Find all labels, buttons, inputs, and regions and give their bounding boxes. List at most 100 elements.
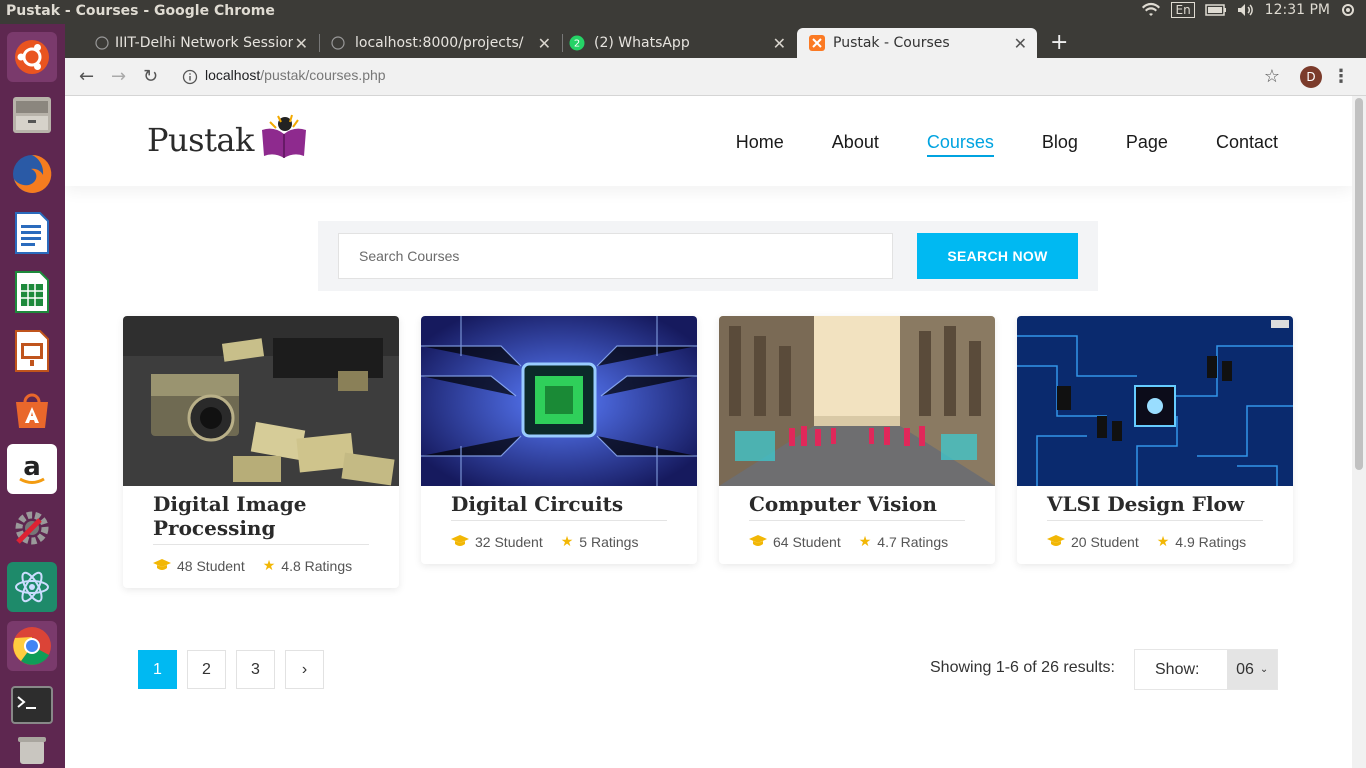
globe-icon bbox=[331, 36, 345, 50]
scrollbar-thumb[interactable] bbox=[1355, 98, 1363, 470]
menu-kebab-icon[interactable]: ⋮ bbox=[1332, 66, 1350, 87]
tab-iiitd-network[interactable]: IIIT-Delhi Network Session ✕ bbox=[75, 28, 318, 58]
back-arrow-icon[interactable]: ← bbox=[79, 66, 94, 87]
students-count: 32 Student bbox=[451, 533, 543, 550]
course-card-vlsi-design-flow[interactable]: VLSI Design Flow 20 Student ★ 4.9 Ratings bbox=[1017, 316, 1293, 564]
course-image-city-street bbox=[719, 316, 995, 486]
atom-editor-icon[interactable] bbox=[7, 562, 57, 612]
system-tray: En 12:31 PM bbox=[1141, 2, 1356, 18]
page-scrollbar[interactable] bbox=[1352, 96, 1366, 768]
close-icon[interactable]: ✕ bbox=[538, 34, 551, 53]
results-count-text: Showing 1-6 of 26 results: bbox=[930, 659, 1115, 676]
nav-courses[interactable]: Courses bbox=[926, 132, 994, 157]
system-top-panel: Pustak - Courses - Google Chrome En 12:3… bbox=[0, 0, 1366, 24]
profile-avatar[interactable]: D bbox=[1300, 66, 1322, 88]
pagination: 1 2 3 › bbox=[138, 650, 324, 689]
xampp-favicon-icon bbox=[809, 35, 825, 51]
graduation-cap-icon bbox=[153, 558, 171, 574]
course-title[interactable]: VLSI Design Flow bbox=[1047, 492, 1263, 521]
course-image-chip bbox=[421, 316, 697, 486]
graduation-cap-icon bbox=[451, 534, 469, 550]
browser-toolbar: ← → ↻ localhost/pustak/courses.php ☆ D ⋮ bbox=[65, 58, 1366, 96]
main-nav: Home About Courses Blog Page Contact bbox=[736, 132, 1278, 157]
reload-icon[interactable]: ↻ bbox=[143, 66, 158, 87]
course-title[interactable]: Digital Image Processing bbox=[153, 492, 369, 545]
course-title[interactable]: Computer Vision bbox=[749, 492, 965, 521]
star-icon: ★ bbox=[560, 533, 574, 549]
power-gear-icon[interactable] bbox=[1340, 2, 1356, 18]
nav-blog[interactable]: Blog bbox=[1042, 132, 1078, 157]
info-icon[interactable] bbox=[182, 69, 198, 85]
course-search-box: SEARCH NOW bbox=[318, 221, 1098, 291]
course-image-circuit-board bbox=[1017, 316, 1293, 486]
ubuntu-software-icon[interactable] bbox=[7, 385, 57, 435]
page-1-button[interactable]: 1 bbox=[138, 650, 177, 689]
globe-icon bbox=[95, 36, 109, 50]
show-value[interactable]: 06 ⌄ bbox=[1227, 650, 1277, 689]
window-title: Pustak - Courses - Google Chrome bbox=[6, 3, 275, 19]
url-host: localhost bbox=[205, 67, 261, 83]
course-meta: 20 Student ★ 4.9 Ratings bbox=[1047, 533, 1263, 550]
nav-about[interactable]: About bbox=[832, 132, 879, 157]
language-indicator[interactable]: En bbox=[1171, 2, 1195, 18]
students-count: 64 Student bbox=[749, 533, 841, 550]
course-card-digital-circuits[interactable]: Digital Circuits 32 Student ★ 5 Ratings bbox=[421, 316, 697, 564]
tab-whatsapp[interactable]: 2 (2) WhatsApp ✕ bbox=[564, 28, 796, 58]
star-icon: ★ bbox=[1156, 533, 1170, 549]
nav-contact[interactable]: Contact bbox=[1216, 132, 1278, 157]
battery-icon[interactable] bbox=[1204, 4, 1227, 16]
graduation-cap-icon bbox=[749, 534, 767, 550]
graduation-cap-icon bbox=[1047, 534, 1065, 550]
search-now-button[interactable]: SEARCH NOW bbox=[917, 233, 1078, 279]
star-icon: ★ bbox=[262, 557, 276, 573]
nav-page[interactable]: Page bbox=[1126, 132, 1168, 157]
star-icon: ★ bbox=[858, 533, 872, 549]
files-icon[interactable] bbox=[7, 90, 57, 140]
next-page-button[interactable]: › bbox=[285, 650, 324, 689]
course-image-camera bbox=[123, 316, 399, 486]
forward-arrow-icon[interactable]: → bbox=[111, 66, 126, 87]
ubuntu-launcher: a bbox=[0, 24, 65, 768]
whatsapp-icon: 2 bbox=[569, 35, 585, 51]
svg-text:2: 2 bbox=[574, 39, 580, 50]
tab-separator bbox=[319, 34, 320, 52]
libreoffice-writer-icon[interactable] bbox=[7, 208, 57, 258]
close-icon[interactable]: ✕ bbox=[773, 34, 786, 53]
libreoffice-impress-icon[interactable] bbox=[7, 326, 57, 376]
ubuntu-dash-icon[interactable] bbox=[7, 32, 57, 82]
course-title[interactable]: Digital Circuits bbox=[451, 492, 667, 521]
firefox-icon[interactable] bbox=[7, 149, 57, 199]
libreoffice-calc-icon[interactable] bbox=[7, 267, 57, 317]
bookmark-star-icon[interactable]: ☆ bbox=[1264, 66, 1280, 87]
volume-icon[interactable] bbox=[1237, 3, 1255, 17]
course-card-computer-vision[interactable]: Computer Vision 64 Student ★ 4.7 Ratings bbox=[719, 316, 995, 564]
address-bar[interactable]: localhost/pustak/courses.php bbox=[205, 67, 386, 83]
tab-label: localhost:8000/projects/ bbox=[355, 35, 524, 51]
trash-icon[interactable] bbox=[7, 734, 57, 764]
clock[interactable]: 12:31 PM bbox=[1265, 2, 1330, 18]
page-2-button[interactable]: 2 bbox=[187, 650, 226, 689]
tab-label: Pustak - Courses bbox=[833, 35, 950, 51]
wifi-icon[interactable] bbox=[1141, 2, 1161, 18]
ratings: ★ 4.9 Ratings bbox=[1156, 533, 1247, 550]
terminal-icon[interactable] bbox=[7, 680, 57, 730]
new-tab-plus-icon[interactable]: + bbox=[1050, 30, 1068, 55]
amazon-icon[interactable]: a bbox=[7, 444, 57, 494]
course-card-digital-image-processing[interactable]: Digital Image Processing 48 Student ★ 4.8… bbox=[123, 316, 399, 588]
site-header: Pustak Home About Courses Blog Page Cont… bbox=[65, 96, 1352, 186]
close-icon[interactable]: ✕ bbox=[295, 34, 308, 53]
tab-localhost-projects[interactable]: localhost:8000/projects/ ✕ bbox=[321, 28, 561, 58]
show-per-page-select[interactable]: Show: 06 ⌄ bbox=[1134, 649, 1278, 690]
tab-pustak-courses[interactable]: Pustak - Courses ✕ bbox=[797, 28, 1037, 58]
svg-text:a: a bbox=[23, 452, 41, 482]
site-logo[interactable]: Pustak bbox=[147, 114, 310, 160]
page-3-button[interactable]: 3 bbox=[236, 650, 275, 689]
course-meta: 48 Student ★ 4.8 Ratings bbox=[153, 557, 369, 574]
chrome-icon[interactable] bbox=[7, 621, 57, 671]
chevron-down-icon: ⌄ bbox=[1259, 664, 1269, 675]
system-settings-icon[interactable] bbox=[7, 503, 57, 553]
close-icon[interactable]: ✕ bbox=[1014, 34, 1027, 53]
logo-text: Pustak bbox=[147, 121, 254, 159]
search-courses-input[interactable] bbox=[338, 233, 893, 279]
nav-home[interactable]: Home bbox=[736, 132, 784, 157]
